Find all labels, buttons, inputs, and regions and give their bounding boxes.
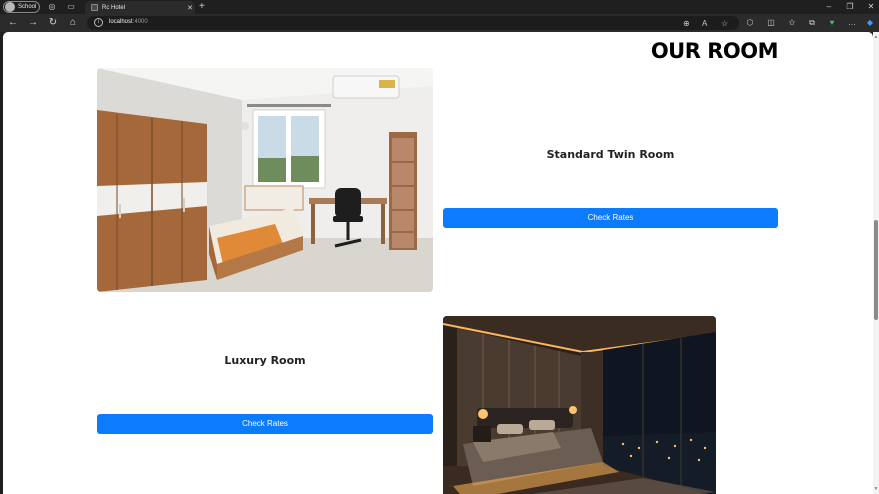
workspaces-icon[interactable]: ◎ [47,2,57,12]
page-scrollbar[interactable]: ▲ ▼ [873,32,879,494]
back-icon[interactable]: ← [7,17,19,29]
browser-tab-bar: School ◎ ▭ Rc Hotel ✕ + – ❐ ✕ [0,0,879,14]
copilot-heart-icon[interactable]: ♥ [826,18,838,28]
sidebar-copilot-icon[interactable]: ◆ [864,18,876,28]
room-title-standard-twin: Standard Twin Room [546,148,675,161]
scrollbar-thumb[interactable] [874,220,878,320]
read-aloud-icon[interactable]: A [702,19,707,28]
zoom-icon[interactable]: ⊕ [683,19,690,28]
split-screen-icon[interactable]: ◫ [765,18,777,28]
restore-icon[interactable]: ❐ [843,2,857,12]
scroll-down-icon[interactable]: ▼ [873,486,879,492]
favicon-icon [91,4,98,11]
forward-icon[interactable]: → [27,17,39,29]
tab-actions-icon[interactable]: ▭ [66,2,76,12]
standard-twin-room-image [97,68,433,292]
scroll-up-icon[interactable]: ▲ [873,34,879,40]
more-menu-icon[interactable]: … [846,18,858,28]
collections-icon[interactable]: ⧉ [806,18,818,28]
check-rates-button-luxury[interactable]: Check Rates [97,414,433,434]
favorites-icon[interactable]: ✩ [786,18,798,28]
room-title-luxury: Luxury Room [224,354,306,367]
avatar [5,2,15,12]
url-text: localhost:4000 [109,19,148,25]
check-rates-button-standard-twin[interactable]: Check Rates [443,208,778,228]
tab-close-icon[interactable]: ✕ [185,4,195,12]
browser-toolbar: ← → ↻ ⌂ i localhost:4000 ⊕ A ☆ ⬡ ◫ ✩ ⧉ ♥… [0,14,879,32]
minimize-icon[interactable]: – [822,2,836,12]
new-tab-button[interactable]: + [199,1,205,13]
home-icon[interactable]: ⌂ [67,17,79,29]
tab-title: Rc Hotel [102,4,126,11]
refresh-icon[interactable]: ↻ [47,17,59,29]
browser-tab-active[interactable]: Rc Hotel ✕ [85,1,195,14]
close-window-icon[interactable]: ✕ [864,2,878,12]
profile-name: School [18,4,37,10]
luxury-room-image [443,316,716,494]
profile-button[interactable]: School [3,1,40,13]
favorite-star-icon[interactable]: ☆ [721,19,728,28]
extensions-icon[interactable]: ⬡ [744,18,756,28]
site-info-icon[interactable]: i [94,18,103,27]
address-bar[interactable]: i localhost:4000 ⊕ A ☆ [87,16,739,30]
page-viewport: OUR ROOM Standard Twin Room Check Rates … [3,32,873,494]
page-title: OUR ROOM [650,39,779,63]
